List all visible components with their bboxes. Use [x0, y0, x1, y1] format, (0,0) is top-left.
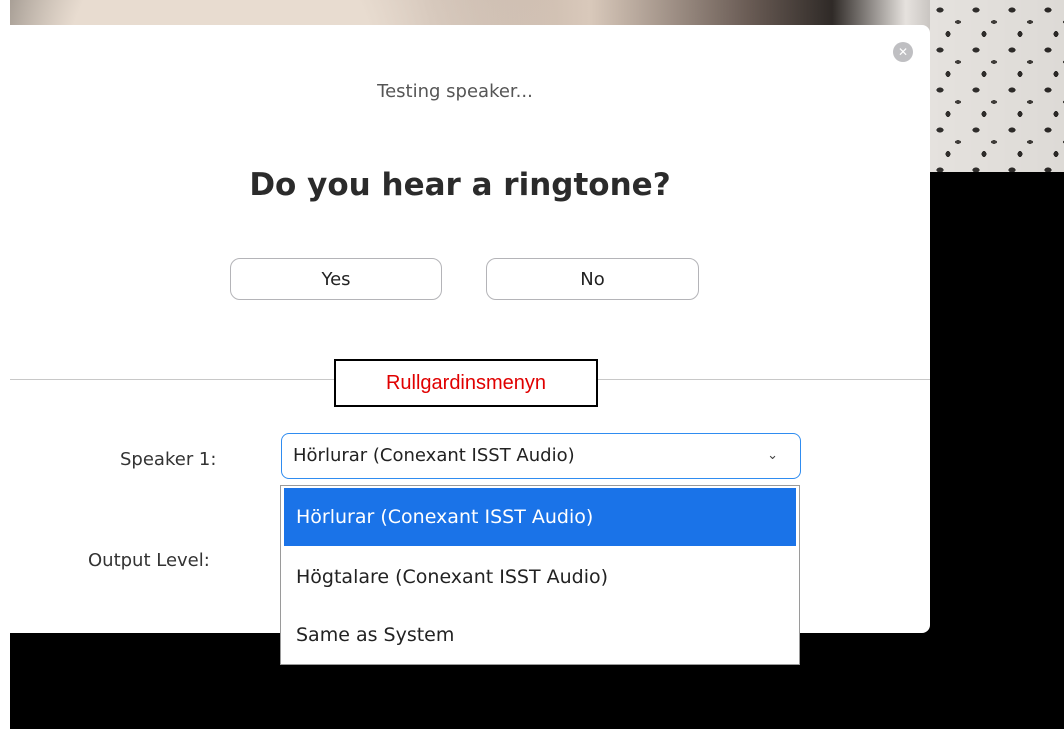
close-icon[interactable]: ✕ — [893, 42, 913, 62]
dropdown-option-speakers[interactable]: Högtalare (Conexant ISST Audio) — [284, 548, 796, 606]
leopard-pattern — [930, 0, 1064, 172]
yes-button[interactable]: Yes — [230, 258, 442, 300]
speaker-label: Speaker 1: — [120, 449, 217, 470]
output-level-label: Output Level: — [88, 550, 210, 571]
screen: ✕ Testing speaker... Do you hear a ringt… — [0, 0, 1064, 729]
window-edge — [0, 0, 10, 729]
status-text: Testing speaker... — [377, 81, 533, 102]
chevron-down-icon[interactable]: ⌄ — [767, 434, 778, 478]
dropdown-option-same-as-system[interactable]: Same as System — [284, 606, 796, 664]
speaker-select[interactable]: Hörlurar (Conexant ISST Audio) ⌄ — [281, 433, 801, 479]
speaker-dropdown-list[interactable]: Hörlurar (Conexant ISST Audio) Högtalare… — [280, 485, 800, 665]
question-heading: Do you hear a ringtone? — [249, 167, 671, 203]
no-button[interactable]: No — [486, 258, 699, 300]
speaker-select-value: Hörlurar (Conexant ISST Audio) — [293, 445, 575, 466]
dropdown-option-headphones[interactable]: Hörlurar (Conexant ISST Audio) — [284, 488, 796, 546]
annotation-box: Rullgardinsmenyn — [334, 359, 598, 407]
